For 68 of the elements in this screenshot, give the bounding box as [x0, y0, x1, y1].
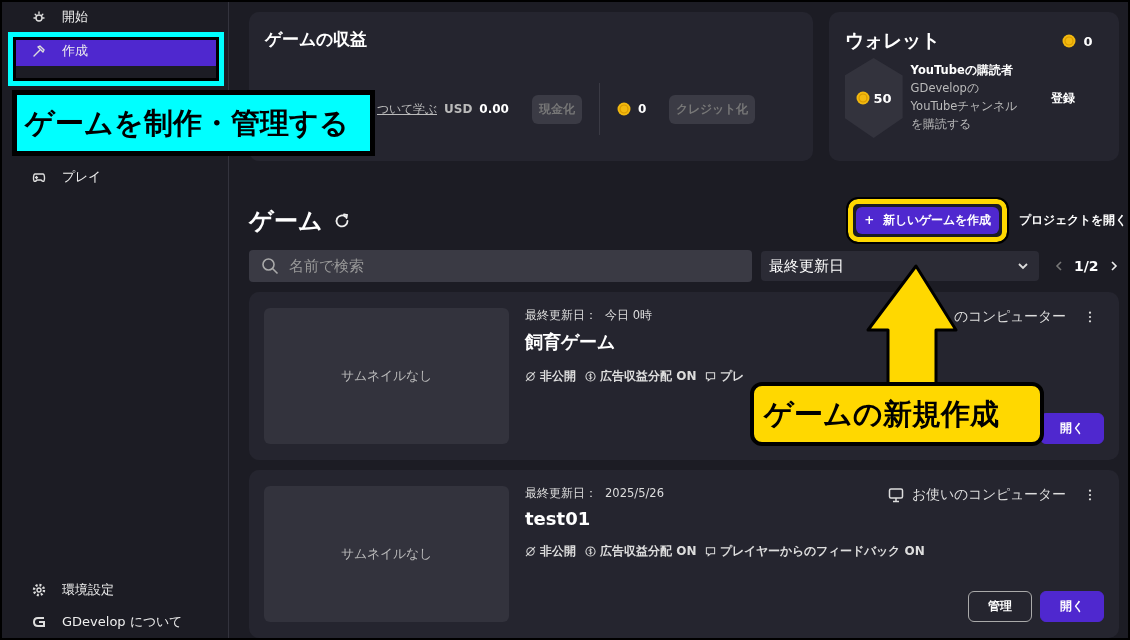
sidebar-item[interactable]: プレイ — [12, 162, 216, 192]
search-icon — [261, 257, 279, 275]
revenue-amount: 0.00 — [479, 102, 509, 116]
thumbnail-placeholder: サムネイルなし — [264, 486, 509, 622]
callout-label: ゲームを制作・管理する — [12, 90, 375, 156]
updated-label: 最終更新日： — [525, 486, 597, 501]
storage-location: お使いのコンピューター — [911, 486, 1066, 504]
chat-icon — [705, 371, 717, 382]
thumbnail-placeholder: サムネイルなし — [264, 308, 509, 444]
sidebar-label: 作成 — [62, 42, 88, 60]
coin-balance: 0 — [1083, 33, 1093, 49]
status-tag: 非公開 — [540, 543, 576, 560]
section-title: ゲーム — [249, 205, 323, 237]
new-game-button[interactable]: + 新しいゲームを作成 — [856, 207, 999, 234]
game-title: test01 — [525, 508, 592, 529]
sun-icon — [32, 10, 46, 24]
sidebar-item[interactable]: 環境設定 — [12, 576, 216, 604]
logo-icon — [32, 615, 46, 629]
refresh-icon[interactable] — [333, 211, 351, 230]
game-title: 飼育ゲーム — [525, 330, 616, 354]
open-project-link[interactable]: プロジェクトを開く — [1018, 212, 1127, 229]
storage-location: のコンピューター — [953, 308, 1066, 326]
status-tag: 広告収益分配 ON — [600, 543, 697, 560]
more-options-icon[interactable] — [1087, 489, 1092, 501]
hidden-icon — [525, 546, 536, 557]
page-indicator: 1/2 — [1074, 258, 1099, 274]
hammer-icon — [32, 44, 46, 58]
game-card[interactable]: サムネイルなし 最終更新日： 2025/5/26 お使いのコンピューター test01 非公開 広告収益分配 ON プレイヤーからのフィードバック ON 管理 開く — [249, 470, 1119, 638]
learn-link[interactable]: ついて学ぶ — [377, 100, 437, 118]
reward-title: YouTubeの購読者 — [910, 62, 1014, 80]
manage-button[interactable]: 管理 — [967, 591, 1032, 622]
subscribe-link[interactable]: 登録 — [1050, 89, 1075, 107]
updated-date: 2025/5/26 — [605, 486, 664, 501]
status-tag: プレイヤーからのフィードバック ON — [720, 543, 925, 560]
coin-icon — [1061, 34, 1076, 48]
coin-icon — [855, 91, 870, 105]
chevron-down-icon — [1017, 260, 1029, 272]
callout-label: ゲームの新規作成 — [750, 382, 1044, 446]
sort-dropdown[interactable]: 最終更新日 — [761, 251, 1039, 281]
settings-icon — [32, 583, 46, 597]
sidebar-label: GDevelop について — [62, 613, 182, 631]
sidebar-item[interactable]: GDevelop について — [12, 608, 216, 636]
card-title: ウォレット — [844, 28, 940, 53]
reward-amount: 50 — [873, 90, 892, 106]
currency-label: USD — [444, 102, 473, 116]
chevron-left-icon[interactable] — [1054, 260, 1064, 272]
chat-icon — [705, 546, 717, 557]
search-field[interactable]: 名前で検索 — [249, 250, 752, 282]
sidebar-label: 開始 — [62, 8, 88, 26]
sidebar-label: プレイ — [62, 168, 101, 186]
sidebar-label: 環境設定 — [62, 581, 114, 599]
reward-description: GDevelopのYouTubeチャンネルを購読する — [910, 80, 1019, 133]
chevron-right-icon[interactable] — [1108, 260, 1119, 272]
dollar-icon — [585, 546, 596, 557]
open-button[interactable]: 開く — [1039, 591, 1104, 622]
hidden-icon — [525, 371, 536, 382]
dollar-icon — [585, 371, 596, 382]
sidebar-item[interactable]: 開始 — [12, 2, 216, 32]
status-tag: 非公開 — [540, 368, 576, 385]
more-options-icon[interactable] — [1087, 311, 1092, 323]
card-title: ゲームの収益 — [265, 28, 368, 51]
updated-date: 今日 0時 — [605, 308, 652, 323]
status-tag: 広告収益分配 ON — [600, 368, 697, 385]
gamepad-icon — [32, 170, 46, 184]
credit-amount: 0 — [637, 102, 647, 116]
coin-icon — [616, 102, 631, 116]
status-tag: プレ — [720, 368, 745, 385]
updated-label: 最終更新日： — [525, 308, 597, 323]
